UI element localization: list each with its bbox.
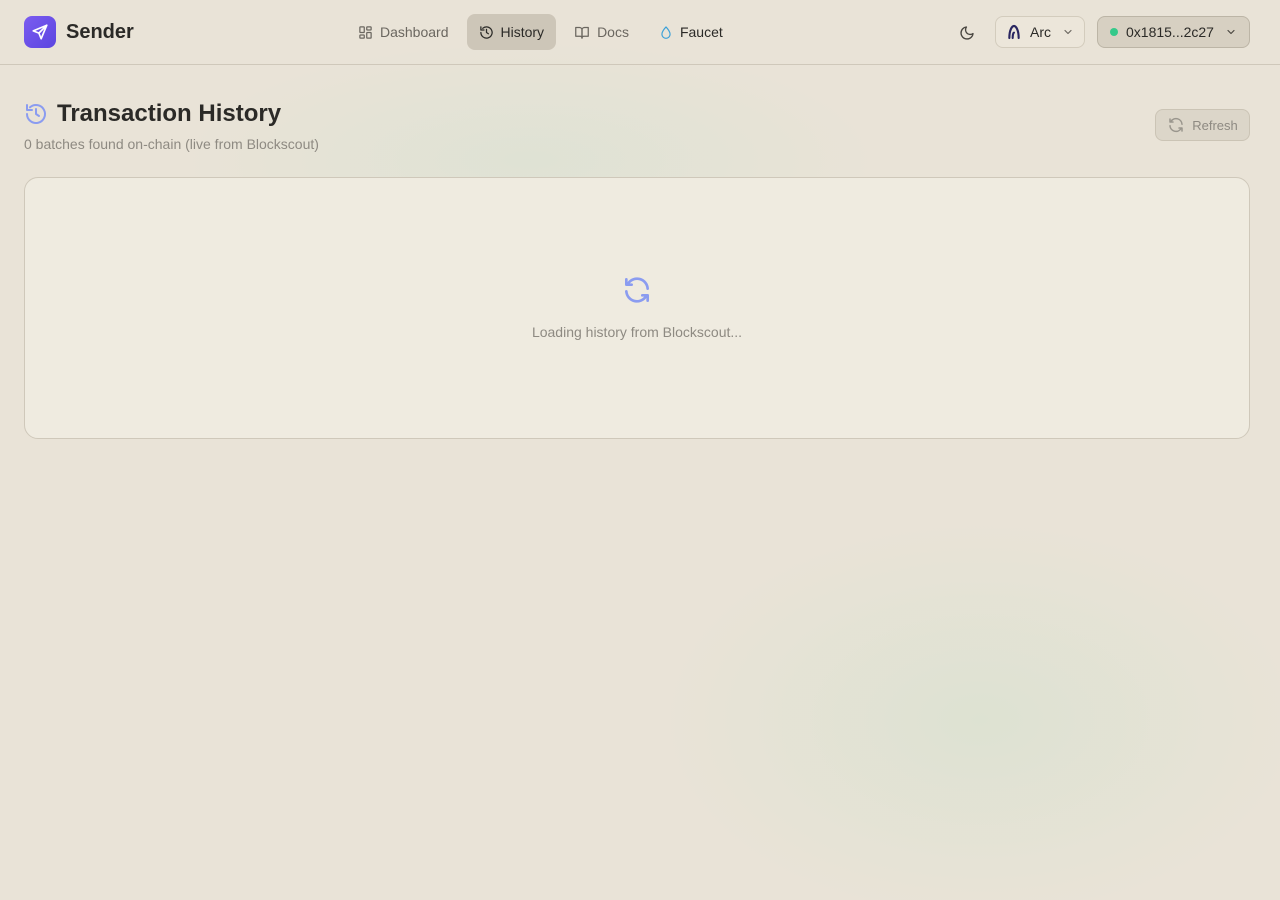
nav-faucet-label: Faucet — [679, 24, 723, 40]
moon-icon — [960, 26, 974, 40]
page-subtitle: 0 batches found on-chain (live from Bloc… — [24, 136, 319, 152]
loading-state: Loading history from Blockscout... — [25, 274, 1249, 340]
theme-toggle-button[interactable] — [952, 18, 982, 48]
chevron-down-icon — [1064, 29, 1072, 35]
loading-spinner-icon — [625, 277, 649, 303]
loading-text: Loading history from Blockscout... — [531, 324, 743, 340]
network-label: Arc — [1030, 24, 1051, 40]
nav-docs-label: Docs — [597, 24, 629, 40]
refresh-button[interactable]: Refresh — [1155, 109, 1250, 141]
main-nav: Dashboard History Docs Faucet — [346, 14, 735, 50]
nav-faucet[interactable]: Faucet — [647, 14, 735, 50]
nav-history-label: History — [500, 24, 545, 40]
app-logo[interactable]: Sender — [24, 16, 134, 48]
page-title: Transaction History — [57, 100, 282, 127]
nav-docs[interactable]: Docs — [562, 14, 641, 50]
wallet-address: 0x1815...2c27 — [1126, 24, 1214, 40]
refresh-icon — [1169, 117, 1183, 133]
book-icon — [575, 26, 589, 39]
app-name: Sender — [66, 20, 134, 43]
page-header: Transaction History 0 batches found on-c… — [24, 100, 319, 152]
network-selector[interactable]: Arc — [995, 16, 1085, 48]
dashboard-icon — [359, 25, 372, 39]
nav-dashboard[interactable]: Dashboard — [346, 14, 461, 50]
arc-icon — [1008, 24, 1020, 40]
history-icon — [26, 104, 46, 124]
refresh-label: Refresh — [1192, 117, 1238, 133]
chevron-down-icon — [1227, 29, 1235, 35]
send-icon — [24, 16, 56, 48]
nav-history[interactable]: History — [466, 14, 557, 50]
top-bar: Sender Dashboard History Docs Faucet Arc… — [0, 0, 1280, 65]
connected-status-dot — [1110, 28, 1118, 36]
wallet-button[interactable]: 0x1815...2c27 — [1097, 16, 1250, 48]
droplet-icon — [661, 25, 671, 39]
history-card: Loading history from Blockscout... — [24, 177, 1250, 439]
nav-dashboard-label: Dashboard — [380, 24, 449, 40]
history-icon — [479, 25, 493, 39]
